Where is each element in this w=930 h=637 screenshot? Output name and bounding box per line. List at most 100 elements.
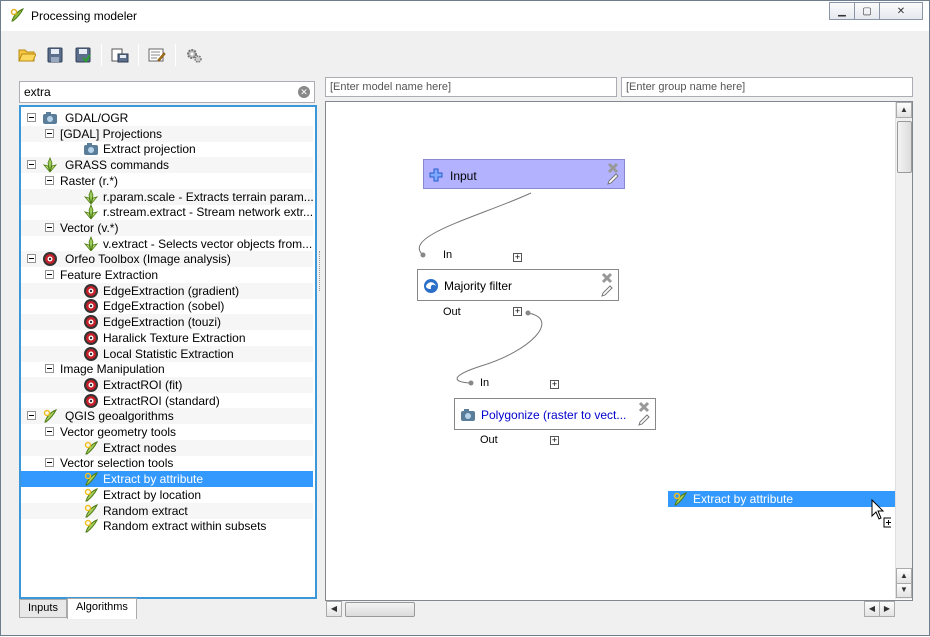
tree-item[interactable]: Haralick Texture Extraction (21, 330, 313, 346)
tree-item[interactable]: EdgeExtraction (sobel) (21, 298, 313, 314)
scroll-up-button-lower[interactable]: ▲ (896, 568, 912, 584)
grass-icon (42, 157, 58, 173)
model-name-input[interactable]: [Enter model name here] (325, 77, 617, 97)
splitter-handle[interactable] (319, 251, 322, 291)
vertical-scroll-thumb[interactable] (897, 121, 912, 173)
grass-icon (83, 188, 99, 205)
dragged-algorithm-item[interactable]: Extract by attribute (668, 491, 900, 507)
scroll-right-button-inner[interactable]: ◀ (864, 601, 880, 617)
tree-item[interactable]: GDAL/OGR (21, 110, 313, 126)
tree-item[interactable]: Feature Extraction (21, 267, 313, 283)
expand-outputs-icon[interactable]: + (513, 307, 522, 316)
scroll-down-button[interactable]: ▼ (896, 582, 912, 598)
tree-item[interactable]: Extract by location (21, 487, 313, 503)
canvas-vertical-scrollbar[interactable]: ▲ ▼ ▲ (895, 102, 912, 599)
edit-node-icon[interactable] (606, 172, 620, 186)
collapse-toggle-icon[interactable] (45, 175, 54, 185)
majority-out-port: Out (443, 306, 461, 318)
collapse-toggle-icon[interactable] (27, 411, 36, 421)
run-model-button[interactable] (180, 42, 208, 68)
tree-item[interactable]: ExtractROI (standard) (21, 393, 313, 409)
clear-search-icon[interactable]: ✕ (298, 86, 310, 98)
tree-item[interactable]: EdgeExtraction (touzi) (21, 314, 313, 331)
tree-item[interactable]: Orfeo Toolbox (Image analysis) (21, 251, 313, 268)
tree-item[interactable]: EdgeExtraction (gradient) (21, 282, 313, 299)
algorithm-search-input[interactable]: extra ✕ (19, 81, 315, 103)
remove-node-icon[interactable] (601, 272, 613, 284)
otb-icon (83, 393, 99, 409)
open-model-button[interactable] (13, 42, 41, 68)
tree-item[interactable]: v.extract - Selects vector objects from.… (21, 235, 313, 252)
expand-inputs-icon[interactable]: + (550, 380, 559, 389)
tree-item[interactable]: QGIS geoalgorithms (21, 408, 313, 425)
tree-item[interactable]: Random extract (21, 502, 313, 519)
scroll-right-button[interactable]: ▶ (879, 601, 895, 617)
tree-item[interactable]: ExtractROI (fit) (21, 376, 313, 393)
otb-icon (83, 330, 99, 346)
toolbar-separator (175, 44, 176, 66)
tab-algorithms[interactable]: Algorithms (66, 598, 137, 619)
toolbar (13, 41, 208, 69)
algorithm-tree[interactable]: GDAL/OGR [GDAL] Projections Extract projec… (19, 105, 317, 599)
collapse-toggle-icon[interactable] (45, 458, 54, 468)
tree-item[interactable]: [GDAL] Projections (21, 125, 313, 142)
tree-item-label: Extract by attribute (103, 472, 204, 487)
collapse-toggle-icon[interactable] (27, 160, 36, 170)
tab-inputs[interactable]: Inputs (19, 599, 67, 618)
panel-tabs: Inputs Algorithms (19, 598, 137, 619)
tree-item[interactable]: Image Manipulation (21, 361, 313, 377)
minimize-button[interactable]: ▁ (829, 2, 855, 20)
close-window-button[interactable]: ✕ (879, 2, 923, 20)
tree-item[interactable]: Extract projection (21, 141, 313, 157)
maximize-button[interactable]: ▢ (854, 2, 880, 20)
tree-item[interactable]: Raster (r.*) (21, 173, 313, 189)
otb-icon (83, 283, 99, 299)
polygonize-node[interactable]: Polygonize (raster to vect... (454, 398, 656, 430)
scroll-left-button[interactable]: ◀ (326, 601, 342, 617)
tree-item[interactable]: Vector (v.*) (21, 219, 313, 236)
save-as-model-button[interactable] (69, 42, 97, 68)
tree-item[interactable]: Extract by attribute (21, 471, 313, 488)
toolbar-separator (101, 44, 102, 66)
tree-item-label: Vector geometry tools (60, 425, 177, 439)
folder-open-icon (18, 49, 36, 62)
collapse-toggle-icon[interactable] (27, 113, 36, 122)
tree-item[interactable]: r.stream.extract - Stream network extr..… (21, 204, 313, 220)
export-image-button[interactable] (106, 42, 134, 68)
polygonize-in-port: In (480, 377, 490, 389)
tree-item[interactable]: GRASS commands (21, 157, 313, 174)
collapse-toggle-icon[interactable] (45, 364, 54, 374)
majority-filter-node[interactable]: Majority filter (417, 269, 619, 301)
collapse-toggle-icon[interactable] (45, 427, 54, 436)
processing-modeler-window: Processing modeler ▁ ▢ ✕ extra ✕ GDAL/OG… (0, 0, 930, 636)
scroll-up-button[interactable]: ▲ (896, 102, 912, 118)
input-node[interactable]: Input (423, 159, 625, 189)
expand-outputs-icon[interactable]: + (550, 436, 559, 445)
run-gears-icon (187, 49, 202, 63)
group-name-input[interactable]: [Enter group name here] (621, 77, 913, 97)
edit-node-icon[interactable] (637, 413, 651, 427)
tree-item[interactable]: r.param.scale - Extracts terrain param..… (21, 188, 314, 205)
tree-item[interactable]: Vector selection tools (21, 455, 313, 471)
dragged-algorithm-label: Extract by attribute (693, 492, 794, 506)
save-model-button[interactable] (41, 42, 69, 68)
horizontal-scroll-thumb[interactable] (345, 602, 415, 617)
expand-inputs-icon[interactable]: + (513, 253, 522, 262)
tree-item-label: [GDAL] Projections (60, 126, 163, 141)
collapse-toggle-icon[interactable] (45, 128, 54, 138)
remove-node-icon[interactable] (638, 401, 650, 413)
tree-item[interactable]: Extract nodes (21, 439, 313, 456)
tree-item-label: QGIS geoalgorithms (65, 409, 174, 424)
collapse-toggle-icon[interactable] (27, 254, 36, 264)
tree-item[interactable]: Random extract within subsets (21, 518, 313, 534)
otb-icon (83, 377, 99, 393)
collapse-toggle-icon[interactable] (45, 222, 54, 232)
tree-item[interactable]: Vector geometry tools (21, 424, 313, 440)
tree-item-label: Vector (v.*) (60, 220, 119, 235)
tree-item[interactable]: Local Statistic Extraction (21, 345, 313, 362)
collapse-toggle-icon[interactable] (45, 270, 54, 279)
edit-node-icon[interactable] (600, 284, 614, 298)
canvas-horizontal-scrollbar[interactable]: ◀ ◀ ▶ (326, 601, 896, 618)
edit-help-button[interactable] (143, 42, 171, 68)
majority-in-port: In (443, 249, 453, 261)
